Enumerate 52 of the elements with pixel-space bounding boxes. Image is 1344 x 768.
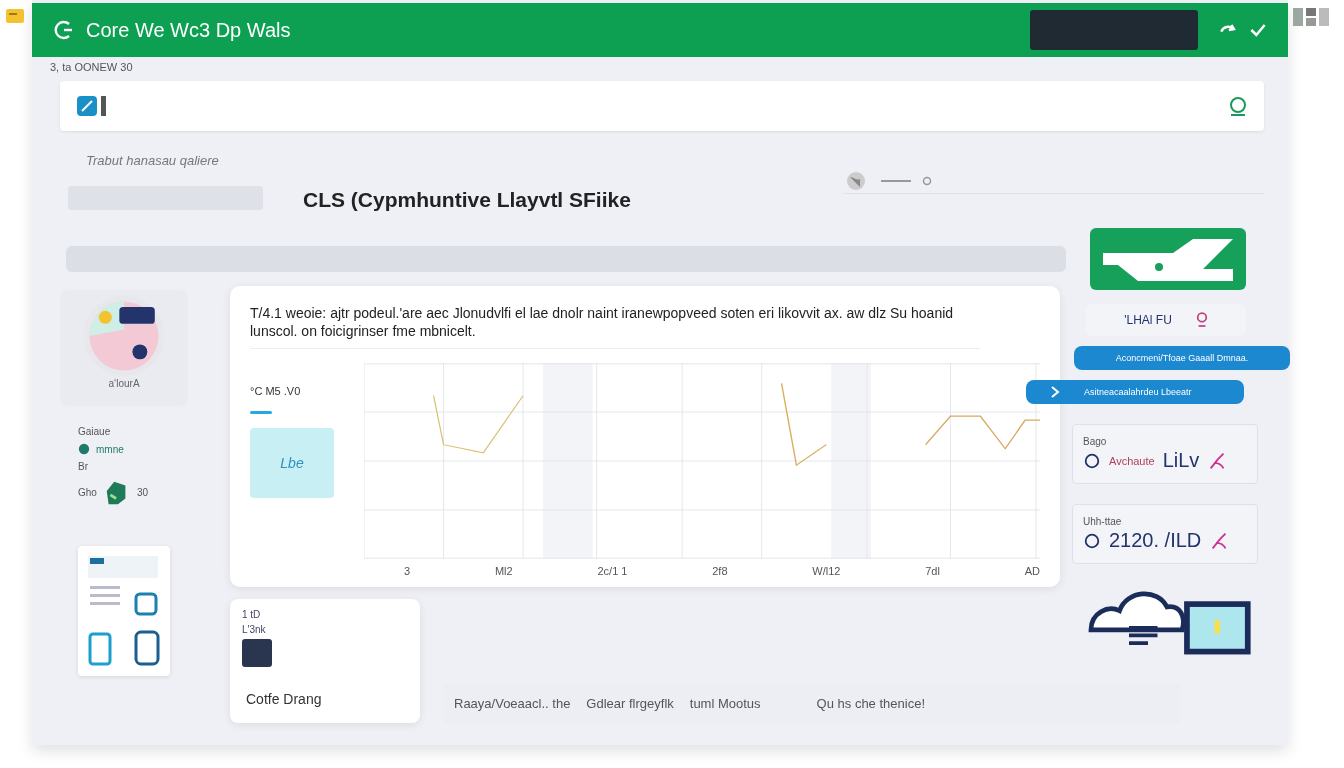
card-caption: Uhh-ttae bbox=[1083, 516, 1122, 527]
legend-label: Gho bbox=[78, 486, 97, 498]
axis-label: AD bbox=[1024, 565, 1040, 577]
card-label: Avchaute bbox=[1109, 454, 1155, 467]
avatar-card[interactable]: aʻlourA bbox=[60, 290, 188, 406]
breadcrumb[interactable]: 3, ta OONEW 30 bbox=[32, 57, 1288, 77]
tile-label: Lbe bbox=[280, 455, 304, 471]
badge-label: 'LHAl FU bbox=[1124, 313, 1172, 327]
legend-label: 30 bbox=[136, 486, 149, 498]
card-value: LiLv bbox=[1162, 449, 1200, 472]
footer-text: Raaya/Voeaacl.. the bbox=[454, 695, 571, 711]
avatar-caption: aʻlourA bbox=[108, 378, 140, 389]
page-heading: CLS (Cypmhuntive Llayvtl SFiike bbox=[303, 188, 632, 212]
description-text: T/4.1 weoie: ajtr podeul.'are aec Jlonudvlfi el lae dnolr naint iranewpopveed soten eri likovvit ax. aw dlz Su hoanid lunscol. on foicigrinser fme mbnicelt. bbox=[250, 304, 980, 349]
app-title: Core We Wc3 Dp Wals bbox=[86, 18, 292, 42]
preview-label: 1 tD bbox=[242, 609, 262, 620]
footer-text: Gdlear flrgeyflk bbox=[586, 695, 674, 711]
axis-label: 2c/1 1 bbox=[597, 565, 628, 577]
chevron-icon bbox=[1050, 385, 1060, 399]
stat-card[interactable]: Bago Avchaute LiLv bbox=[1072, 424, 1258, 484]
preview-label: L'3nk bbox=[242, 624, 267, 635]
pin-icon bbox=[1195, 311, 1208, 329]
note-icon[interactable] bbox=[5, 6, 25, 26]
stat-card[interactable]: Uhh-ttae 2120. /ILD bbox=[1072, 504, 1258, 564]
reading-label: °C M5 .V0 bbox=[250, 385, 302, 397]
axis-label: W/l12 bbox=[812, 565, 841, 577]
action-pill[interactable]: Aconcmeni/Tfoae Gaaall Dmnaa. bbox=[1074, 346, 1290, 370]
indicator-line bbox=[250, 411, 272, 414]
circle-icon bbox=[78, 443, 90, 455]
search-field[interactable] bbox=[60, 81, 1264, 131]
preview-title: Cotfe Drang bbox=[245, 690, 323, 707]
card-caption: Bago bbox=[1083, 436, 1107, 447]
layout-icon[interactable] bbox=[1292, 6, 1332, 28]
action-pill[interactable]: Asitneacaalahrdeu Lbeeatr bbox=[1026, 380, 1244, 404]
ring-icon bbox=[1083, 531, 1101, 550]
action-button[interactable] bbox=[1090, 228, 1246, 290]
legend-label: mmne bbox=[96, 443, 124, 455]
footer-text: Qu hs che thenice! bbox=[816, 695, 925, 711]
axis-label: Ml2 bbox=[494, 565, 513, 577]
legend-label: Br bbox=[78, 461, 89, 472]
subtitle: Trabut hanasau qaliere bbox=[85, 153, 220, 168]
legend-label: Gaiaue bbox=[78, 426, 112, 437]
ring-icon bbox=[1083, 451, 1101, 470]
axis-label: 2f8 bbox=[712, 565, 728, 577]
photo-placeholder bbox=[242, 639, 272, 667]
preview-card[interactable]: 1 tD L'3nk Cotfe Drang bbox=[230, 599, 420, 723]
axis-label: 3 bbox=[404, 565, 411, 577]
footer-text: tuml Mootus bbox=[689, 695, 761, 711]
card-value: 2120. /ILD bbox=[1109, 529, 1202, 552]
info-card[interactable]: °C M5 .V0 Lbe bbox=[250, 363, 350, 498]
axis-label: 7dl bbox=[925, 565, 940, 577]
document-thumbnail[interactable] bbox=[78, 546, 170, 676]
